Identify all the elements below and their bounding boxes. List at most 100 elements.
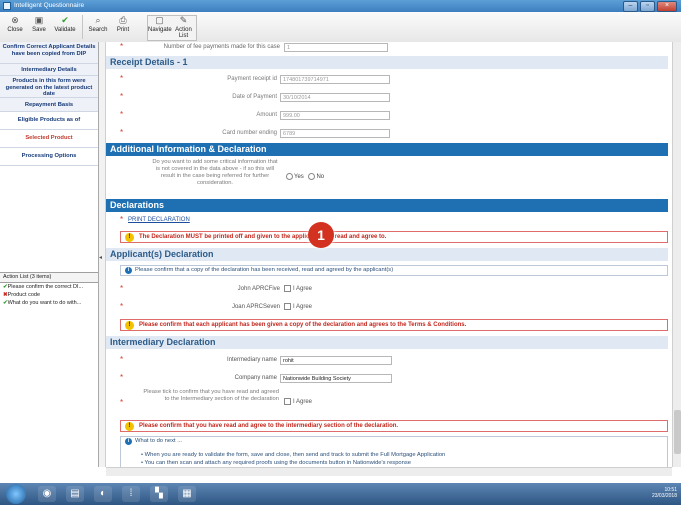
required-marker: * (120, 128, 124, 137)
panel-splitter[interactable]: ◂ (99, 42, 106, 467)
sidebar-item-selected-product[interactable]: Selected Product (0, 130, 98, 148)
sidebar-item-eligible-products[interactable]: Eligible Products as of (0, 112, 98, 130)
declarations-header: Declarations (106, 199, 668, 212)
applicant2-label: Joan APRCSeven (231, 304, 280, 310)
start-button[interactable] (6, 484, 26, 504)
applicant1-row: * John APRCFive I Agree (110, 282, 668, 296)
search-icon: ⌕ (95, 15, 101, 25)
questionnaire-taskbar-icon[interactable]: ▦ (178, 486, 196, 502)
action-list-button[interactable]: ✎ Action List (172, 14, 195, 40)
declaration-warning: ! The Declaration MUST be printed off an… (120, 231, 668, 243)
action-list-header: Action List (3 items) (0, 272, 98, 283)
sidebar-item-processing-options[interactable]: Processing Options (0, 148, 98, 166)
required-marker: * (120, 398, 124, 407)
intermediary-checkbox[interactable] (284, 398, 291, 405)
navigate-button[interactable]: ▢ Navigate (148, 14, 172, 40)
sidebar: Confirm Correct Applicant Details have b… (0, 42, 99, 467)
minimize-button[interactable]: – (623, 1, 638, 12)
toolbar: ⊗ Close ▣ Save ✔ Validate ⌕ Search ⎙ Print ▢ N… (0, 12, 681, 43)
print-button[interactable]: ⎙ Print (112, 14, 134, 40)
app-icon-grid[interactable]: ⁞ (122, 486, 140, 502)
date-of-payment-field[interactable]: 30/10/2014 (280, 93, 390, 102)
folder-icon[interactable]: ▤ (66, 486, 84, 502)
horizontal-scrollbar[interactable] (106, 467, 672, 476)
action-list-panel: Action List (3 items) ✔Please confirm th… (0, 272, 98, 307)
print-icon: ⎙ (119, 15, 127, 25)
window-title: Intelligent Questionnaire (14, 2, 85, 9)
applicant2-checkbox[interactable] (284, 303, 291, 310)
taskbar: ◉ ▤ ◐ ⁞ ▚ ▦ 10:51 23/03/2018 (0, 483, 681, 505)
collapse-arrow-icon[interactable]: ◂ (99, 254, 102, 261)
card-number-field[interactable]: 6789 (280, 129, 390, 138)
required-marker: * (120, 215, 124, 224)
sidebar-item-products-generated[interactable]: Products in this form were generated on … (0, 76, 98, 98)
search-button[interactable]: ⌕ Search (86, 14, 110, 40)
browser-icon[interactable]: ◉ (38, 486, 56, 502)
vertical-scrollbar[interactable] (672, 42, 681, 467)
company-name-label: Company name (234, 375, 277, 381)
action-list-item[interactable]: ✔Please confirm the correct DI... (0, 283, 98, 291)
required-marker: * (120, 42, 124, 51)
fee-payments-field[interactable]: 1 (284, 43, 388, 52)
intermediary-tick-label: Please tick to confirm that you have rea… (143, 389, 279, 402)
intermediary-name-field[interactable]: rohit (280, 356, 392, 365)
app-icon-blocks[interactable]: ▚ (150, 486, 168, 502)
save-button[interactable]: ▣ Save (28, 14, 50, 40)
intermediary-tick-row: * Please tick to confirm that you have r… (110, 388, 668, 418)
additional-yes-no: Yes No (286, 173, 324, 180)
required-marker: * (120, 302, 124, 311)
validate-icon: ✔ (61, 15, 69, 25)
action-list-item[interactable]: ✖Product code (0, 291, 98, 299)
receipt-details-header: Receipt Details - 1 (106, 56, 668, 69)
scroll-thumb[interactable] (674, 410, 681, 454)
info-icon: i (125, 438, 132, 445)
applicant2-agree[interactable]: I Agree (284, 303, 312, 310)
action-list-icon: ✎ (179, 15, 188, 25)
fee-payments-label: Number of fee payments made for this cas… (163, 44, 280, 50)
fee-payments-row: * Number of fee payments made for this c… (110, 42, 668, 54)
required-marker: * (120, 110, 124, 119)
applicant1-checkbox[interactable] (284, 285, 291, 292)
additional-question-label: Do you want to add some critical informa… (152, 159, 278, 186)
sidebar-item-intermediary-details[interactable]: Intermediary Details (0, 64, 98, 76)
window-title-bar: Intelligent Questionnaire – ▫ × (0, 0, 681, 12)
applicant1-label: John APRCFive (237, 286, 280, 292)
close-button[interactable]: ⊗ Close (4, 14, 26, 40)
warning-icon: ! (125, 233, 134, 242)
company-name-row: * Company name Nationwide Building Socie… (110, 371, 668, 385)
close-window-button[interactable]: × (657, 1, 677, 12)
yes-radio[interactable] (286, 173, 293, 180)
what-next-item: • You can then scan and attach any requi… (141, 460, 411, 466)
app-icon (3, 2, 11, 10)
form-content: * Number of fee payments made for this c… (106, 42, 672, 467)
sidebar-item-repayment-basis[interactable]: Repayment Basis (0, 98, 98, 112)
required-marker: * (120, 284, 124, 293)
payment-receipt-id-field[interactable]: 174801739714971 (280, 75, 390, 84)
company-name-field[interactable]: Nationwide Building Society (280, 374, 392, 383)
intermediary-agree[interactable]: I Agree (284, 398, 312, 405)
print-declaration-link[interactable]: PRINT DECLARATION (128, 217, 190, 223)
print-declaration-row: * PRINT DECLARATION (110, 215, 668, 227)
card-number-row: * Card number ending 6789 (110, 126, 668, 140)
what-next-panel: i What to do next ... • When you are rea… (120, 436, 668, 467)
required-marker: * (120, 373, 124, 382)
maximize-button[interactable]: ▫ (640, 1, 655, 12)
applicant1-agree[interactable]: I Agree (284, 285, 312, 292)
validate-button[interactable]: ✔ Validate (52, 14, 78, 40)
amount-field[interactable]: 999.00 (280, 111, 390, 120)
date-of-payment-label: Date of Payment (232, 94, 277, 100)
applicant2-row: * Joan APRCSeven I Agree (110, 300, 668, 314)
required-marker: * (120, 92, 124, 101)
card-number-label: Card number ending (222, 130, 277, 136)
amount-label: Amount (256, 112, 277, 118)
close-icon: ⊗ (11, 15, 19, 25)
payment-receipt-row: * Payment receipt id 174801739714971 (110, 72, 668, 86)
action-list-item[interactable]: ✔What do you want to do with... (0, 299, 98, 307)
app-icon-orange[interactable]: ◐ (94, 486, 112, 502)
required-marker: * (120, 355, 124, 364)
sidebar-item-confirm-applicant[interactable]: Confirm Correct Applicant Details have b… (0, 42, 98, 64)
date-of-payment-row: * Date of Payment 30/10/2014 (110, 90, 668, 104)
no-radio[interactable] (308, 173, 316, 180)
info-icon: i (125, 267, 132, 274)
additional-question-row: Do you want to add some critical informa… (110, 158, 668, 196)
